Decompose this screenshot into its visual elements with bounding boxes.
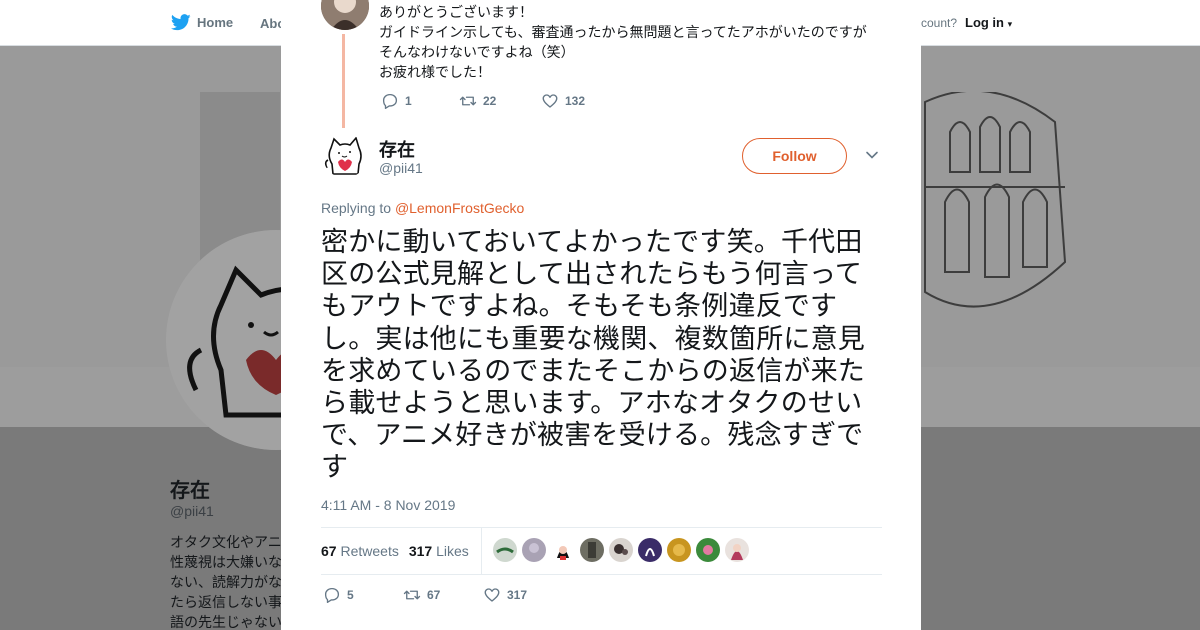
- like-stat[interactable]: 317 Likes: [409, 543, 469, 559]
- nav-home-label: Home: [197, 15, 234, 30]
- liker-avatar[interactable]: [696, 538, 720, 562]
- avatar-image: [321, 0, 369, 30]
- caret-icon: ▾: [1007, 19, 1013, 29]
- like-count: 132: [565, 94, 586, 108]
- liker-avatar[interactable]: [551, 538, 575, 562]
- author-avatar[interactable]: [323, 134, 367, 178]
- bio-line: 性蔑視は大嫌いな: [170, 554, 282, 570]
- liker-avatar[interactable]: [725, 538, 749, 562]
- like-button[interactable]: 317: [483, 586, 527, 604]
- reply-icon: [382, 93, 398, 110]
- chevron-down-icon[interactable]: [865, 148, 879, 162]
- retweet-stat[interactable]: 67 Retweets: [321, 543, 399, 559]
- bio-line: 語の先生じゃない: [170, 614, 282, 630]
- nav-home[interactable]: Home: [171, 14, 233, 31]
- close-icon[interactable]: [1154, 11, 1180, 37]
- reply-count: 1: [405, 94, 412, 108]
- prev-tweet-line: ガイドライン示しても、審査通ったから無問題と言ってたアホがいたのですが: [379, 24, 867, 40]
- follow-button[interactable]: Follow: [742, 138, 847, 174]
- replying-to-link[interactable]: @LemonFrostGecko: [395, 200, 524, 216]
- profile-bio: オタク文化やアニ 性蔑視は大嫌いな ない、読解力がな たら返信しない事 語の先生…: [170, 532, 282, 630]
- tweet-modal: ありがとうございます！ ガイドライン示しても、審査通ったから無問題と言ってたアホ…: [281, 0, 921, 630]
- tweet-text: 密かに動いておいてよかったです笑。千代田区の公式見解として出されたらもう何言って…: [321, 227, 865, 483]
- retweet-icon: [459, 96, 477, 106]
- liker-avatar[interactable]: [609, 538, 633, 562]
- profile-name: 存在: [170, 480, 210, 502]
- have-account-text: ccount?: [915, 16, 958, 30]
- prev-tweet-avatar[interactable]: [321, 0, 369, 30]
- tweet-actions: 5 67 317: [323, 586, 527, 604]
- login-button[interactable]: Log in ▾: [965, 15, 1012, 30]
- thread-connector-line: [342, 34, 345, 128]
- liker-avatar[interactable]: [667, 538, 691, 562]
- cat-avatar-icon: [323, 134, 367, 178]
- prev-tweet-line: お疲れ様でした！: [379, 64, 491, 80]
- like-count: 317: [507, 588, 528, 602]
- replying-prefix: Replying to: [321, 200, 395, 216]
- like-stat-label: Likes: [436, 543, 469, 559]
- like-stat-count: 317: [408, 543, 433, 559]
- stats-divider: [481, 528, 482, 574]
- bio-line: たら返信しない事: [170, 594, 282, 610]
- liker-avatar[interactable]: [580, 538, 604, 562]
- retweet-stat-label: Retweets: [340, 543, 399, 559]
- liker-avatar[interactable]: [522, 538, 546, 562]
- retweet-button[interactable]: 67: [403, 586, 483, 604]
- reply-button[interactable]: 5: [323, 586, 403, 604]
- author-name[interactable]: 存在: [379, 136, 415, 162]
- tweet-timestamp[interactable]: 4:11 AM - 8 Nov 2019: [321, 497, 455, 513]
- liker-avatar[interactable]: [638, 538, 662, 562]
- prev-tweet-actions: 1 22 132: [381, 92, 585, 110]
- prev-reply-button[interactable]: 1: [381, 92, 459, 110]
- liker-avatars: [493, 538, 749, 562]
- heart-icon: [484, 588, 500, 602]
- retweet-count: 22: [483, 94, 497, 108]
- header-illustration: [924, 92, 1067, 308]
- bio-line: ない、読解力がな: [170, 574, 282, 590]
- profile-handle: @pii41: [170, 503, 214, 519]
- bio-line: オタク文化やアニ: [170, 534, 282, 550]
- replying-to: Replying to @LemonFrostGecko: [321, 200, 524, 216]
- liker-avatar[interactable]: [493, 538, 517, 562]
- prev-tweet-line: そんなわけないですよね（笑）: [379, 44, 575, 60]
- retweet-count: 67: [427, 588, 441, 602]
- heart-icon: [542, 94, 558, 108]
- twitter-bird-icon: [171, 14, 191, 31]
- reply-icon: [324, 587, 340, 604]
- author-handle[interactable]: @pii41: [379, 160, 423, 176]
- prev-retweet-button[interactable]: 22: [459, 92, 541, 110]
- prev-like-button[interactable]: 132: [541, 92, 585, 110]
- tweet-stats: 67 Retweets 317 Likes: [321, 527, 882, 575]
- retweet-stat-count: 67: [321, 543, 337, 559]
- prev-tweet-line: ありがとうございます！: [379, 4, 533, 20]
- login-label: Log in: [965, 15, 1004, 30]
- prev-tweet-text: ありがとうございます！ ガイドライン示しても、審査通ったから無問題と言ってたアホ…: [379, 2, 899, 82]
- retweet-icon: [403, 590, 421, 600]
- reply-count: 5: [347, 588, 354, 602]
